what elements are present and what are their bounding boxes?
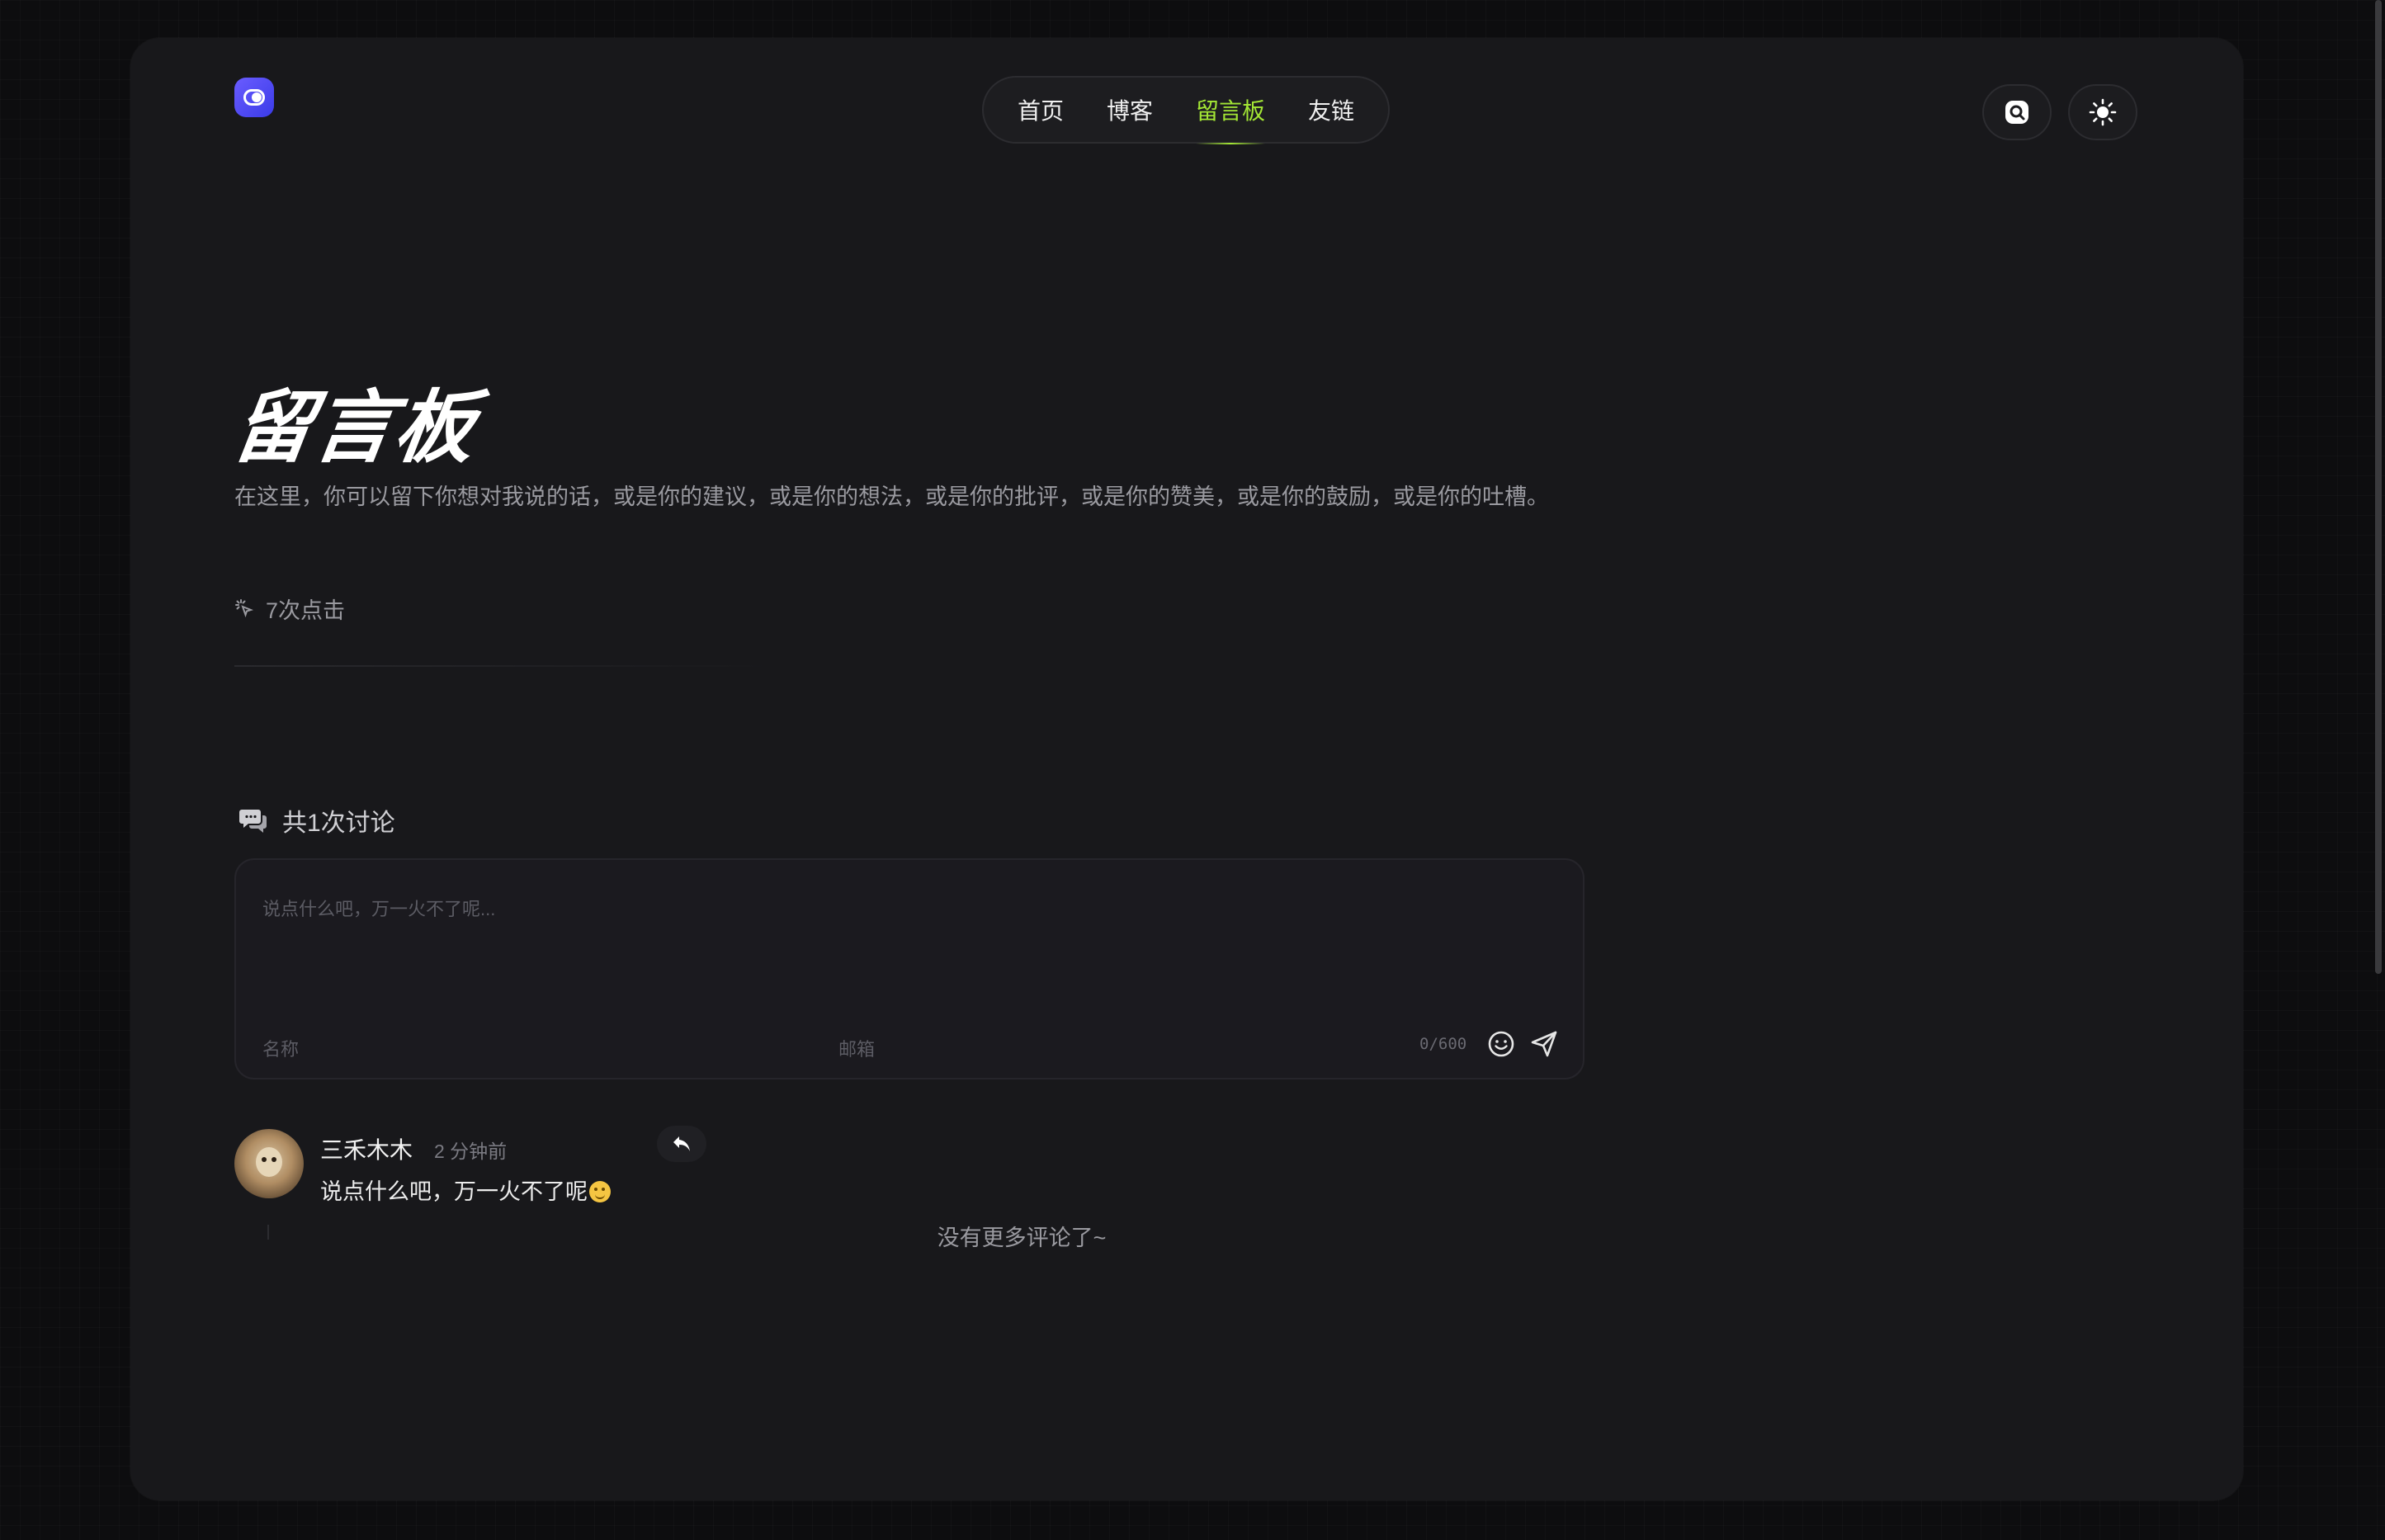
name-field[interactable]: 名称 (262, 1035, 299, 1061)
page-description: 在这里，你可以留下你想对我说的话，或是你的建议，或是你的想法，或是你的批评，或是… (234, 484, 1549, 509)
comment-time: 2 分钟前 (434, 1141, 508, 1162)
avatar-eye (262, 1157, 267, 1162)
send-icon (1531, 1031, 1557, 1057)
comment-text: 说点什么吧，万一火不了呢 (320, 1174, 611, 1206)
send-button[interactable] (1528, 1028, 1560, 1060)
main-nav: 首页 博客 留言板 友链 (982, 76, 1390, 144)
email-field[interactable]: 邮箱 (838, 1035, 875, 1061)
reply-icon (673, 1136, 690, 1151)
section-divider (234, 665, 771, 667)
no-more-comments: 没有更多评论了~ (937, 1226, 1107, 1250)
nav-item-blog[interactable]: 博客 (1107, 93, 1153, 126)
discussion-header: 共1次讨论 (239, 802, 395, 838)
nav-item-home[interactable]: 首页 (1018, 93, 1064, 126)
click-icon (235, 598, 254, 617)
click-count: 7次点击 (234, 593, 345, 625)
nav-item-friends[interactable]: 友链 (1308, 93, 1354, 126)
search-icon (2005, 101, 2028, 124)
comment-text-body: 说点什么吧，万一火不了呢 (320, 1179, 588, 1204)
grin-emoji-icon (589, 1181, 611, 1202)
avatar-eye (272, 1157, 276, 1162)
avatar[interactable] (234, 1129, 304, 1198)
smiley-icon (1488, 1031, 1514, 1057)
page-card: 首页 博客 留言板 友链 留言板 在这里，你可以留下你想对我说的话，或是你的建议… (130, 38, 2243, 1500)
discussion-count: 共1次讨论 (282, 810, 395, 837)
avatar-face (256, 1147, 282, 1177)
theme-toggle-button[interactable] (2068, 84, 2137, 140)
toggle-logo-icon[interactable] (234, 78, 274, 117)
reply-button[interactable] (657, 1126, 706, 1162)
nav-item-guestbook[interactable]: 留言板 (1196, 93, 1266, 144)
chat-bubbles-icon (239, 810, 267, 833)
page-title: 留言板 (227, 384, 483, 473)
logo-ring (243, 89, 265, 106)
emoji-button[interactable] (1485, 1028, 1517, 1060)
sun-icon (2089, 98, 2117, 126)
comment-form: 说点什么吧，万一火不了呢... 名称 邮箱 0/600 (234, 858, 1584, 1079)
search-button[interactable] (1982, 84, 2052, 140)
comment-author: 三禾木木 (320, 1137, 413, 1163)
logo-dot (252, 92, 262, 102)
click-count-label: 7次点击 (266, 598, 346, 623)
char-counter: 0/600 (1419, 1035, 1467, 1053)
comment-input[interactable]: 说点什么吧，万一火不了呢... (262, 895, 495, 921)
page-scrollbar[interactable] (2375, 0, 2382, 974)
